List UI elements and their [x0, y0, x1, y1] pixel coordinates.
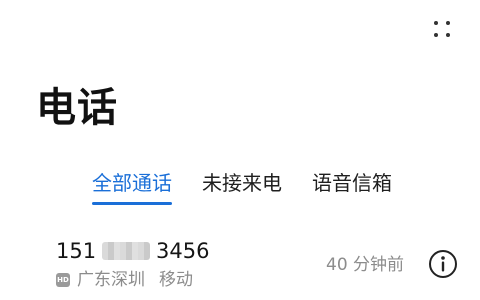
- tab-label: 语音信箱: [312, 171, 392, 195]
- page-title: 电话: [36, 85, 118, 131]
- tab-all-calls[interactable]: 全部通话: [92, 168, 172, 205]
- tab-label: 全部通话: [92, 171, 172, 195]
- hd-call-badge: HD: [56, 273, 70, 287]
- more-options-button[interactable]: [424, 12, 460, 46]
- info-icon: [429, 250, 457, 278]
- call-log-item[interactable]: 151 3456 HD 广东深圳 移动 40 分钟前: [0, 228, 480, 300]
- tab-voicemail[interactable]: 语音信箱: [312, 168, 392, 198]
- number-obscured-mask: [102, 242, 150, 260]
- caller-location: 广东深圳: [77, 270, 145, 290]
- number-prefix: 151: [56, 239, 97, 263]
- active-tab-indicator: [92, 202, 172, 205]
- tab-label: 未接来电: [202, 171, 282, 195]
- caller-carrier: 移动: [159, 270, 193, 290]
- number-suffix: 3456: [156, 239, 210, 263]
- tab-missed-calls[interactable]: 未接来电: [202, 168, 282, 198]
- phone-app-screen: 电话 全部通话 未接来电 语音信箱 151 3456 HD 广东深圳 移动 40…: [0, 0, 480, 300]
- call-details-button[interactable]: [428, 249, 458, 279]
- call-time: 40 分钟前: [326, 255, 405, 275]
